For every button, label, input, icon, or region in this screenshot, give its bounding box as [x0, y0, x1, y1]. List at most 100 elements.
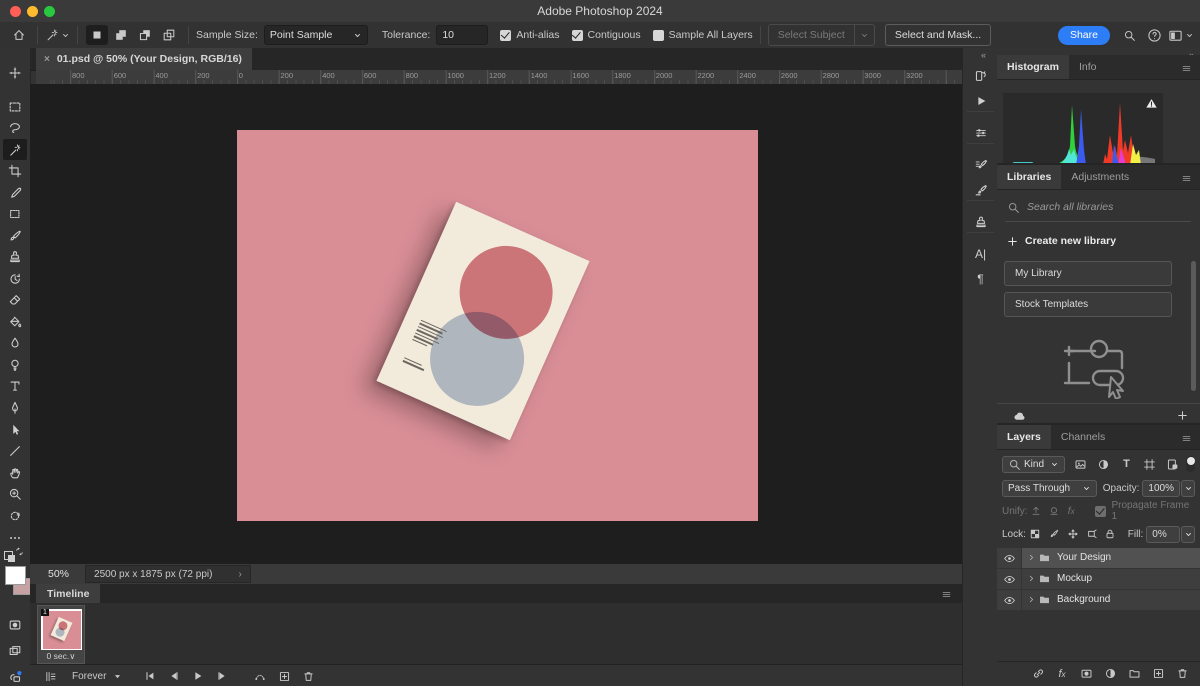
fill-dropdown-button[interactable] — [1181, 526, 1195, 543]
new-group-button[interactable] — [1122, 665, 1146, 683]
add-to-selection-button[interactable] — [110, 25, 132, 45]
expand-panels-chevron[interactable]: « — [981, 50, 986, 60]
layer-visibility-toggle[interactable] — [997, 548, 1022, 568]
filter-type-layers-button[interactable]: T — [1115, 455, 1138, 473]
filter-adjustment-layers-button[interactable] — [1092, 455, 1115, 473]
contiguous-checkbox[interactable]: Contiguous — [572, 29, 641, 41]
blur-tool-button[interactable] — [3, 332, 27, 353]
move-tool-button[interactable] — [3, 62, 27, 83]
tab-histogram[interactable]: Histogram — [997, 55, 1069, 79]
unify-position-button[interactable] — [1028, 502, 1045, 520]
new-layer-button[interactable] — [1146, 665, 1170, 683]
subtract-from-selection-button[interactable] — [134, 25, 156, 45]
sample-size-dropdown[interactable]: Point Sample — [264, 25, 368, 45]
magic-wand-tool-button[interactable] — [3, 139, 27, 160]
layer-row[interactable]: Mockup — [997, 569, 1200, 590]
sample-all-layers-checkbox[interactable]: Sample All Layers — [653, 29, 753, 41]
paragraph-panel-button[interactable]: ¶ — [968, 267, 993, 290]
loop-count-dropdown[interactable]: Forever — [72, 671, 122, 682]
patch-tool-button[interactable] — [3, 203, 27, 224]
libraries-scrollbar[interactable] — [1191, 261, 1196, 391]
library-item[interactable]: My Library — [1004, 261, 1172, 286]
crop-tool-button[interactable] — [3, 160, 27, 181]
filter-smart-objects-button[interactable] — [1161, 455, 1184, 473]
intersect-selection-button[interactable] — [158, 25, 180, 45]
actions-panel-button[interactable] — [968, 89, 993, 112]
properties-panel-button[interactable] — [968, 121, 993, 144]
expand-group-chevron-icon[interactable] — [1027, 595, 1036, 604]
create-new-library-button[interactable]: Create new library — [1007, 233, 1116, 249]
brushes-panel-button[interactable] — [968, 178, 993, 201]
layer-row[interactable]: Background — [997, 590, 1200, 611]
first-frame-button[interactable] — [138, 667, 162, 685]
zoom-level[interactable]: 50% — [48, 568, 69, 580]
brush-tool-button[interactable] — [3, 225, 27, 246]
horizontal-ruler[interactable]: 8006004002000200400600800100012001400160… — [50, 70, 962, 85]
next-frame-button[interactable] — [210, 667, 234, 685]
delete-frame-button[interactable] — [296, 667, 320, 685]
clone-stamp-tool-button[interactable] — [3, 246, 27, 267]
filter-shape-layers-button[interactable] — [1138, 455, 1161, 473]
line-tool-button[interactable] — [3, 440, 27, 461]
tab-channels[interactable]: Channels — [1051, 425, 1115, 449]
rotate-view-tool-button[interactable] — [3, 505, 27, 526]
character-panel-button[interactable]: A| — [968, 242, 993, 265]
tab-adjustments[interactable]: Adjustments — [1061, 165, 1139, 189]
panel-menu-icon[interactable] — [1181, 63, 1193, 74]
new-frame-button[interactable] — [272, 667, 296, 685]
add-element-button[interactable] — [1177, 410, 1188, 421]
frame-delay-dropdown[interactable]: 0 sec.∨ — [38, 651, 84, 662]
new-adjustment-layer-button[interactable] — [1098, 665, 1122, 683]
opacity-dropdown-button[interactable] — [1181, 480, 1195, 497]
antialias-checkbox[interactable]: Anti-alias — [500, 29, 559, 41]
hand-tool-button[interactable] — [3, 462, 27, 483]
propagate-frame-checkbox[interactable] — [1095, 506, 1106, 517]
tolerance-input[interactable]: 10 — [436, 25, 488, 45]
path-selection-tool-button[interactable] — [3, 419, 27, 440]
tab-layers[interactable]: Layers — [997, 425, 1051, 449]
select-subject-button[interactable]: Select Subject — [768, 24, 855, 46]
home-button[interactable] — [8, 25, 30, 45]
play-button[interactable] — [186, 667, 210, 685]
foreground-color-swatch[interactable] — [5, 566, 26, 585]
tab-libraries[interactable]: Libraries — [997, 165, 1061, 189]
document-tab[interactable]: × 01.psd @ 50% (Your Design, RGB/16) — [36, 48, 252, 70]
edit-in-apps-button[interactable] — [3, 666, 27, 686]
fill-field[interactable]: 0% — [1146, 526, 1180, 543]
warning-icon[interactable] — [1145, 97, 1158, 110]
pen-tool-button[interactable] — [3, 397, 27, 418]
current-tool-button[interactable] — [45, 25, 70, 45]
blend-mode-dropdown[interactable]: Pass Through — [1002, 480, 1097, 497]
history-panel-button[interactable] — [968, 64, 993, 87]
opacity-field[interactable]: 100% — [1142, 480, 1180, 497]
filter-toggle[interactable] — [1186, 456, 1196, 472]
quick-mask-button[interactable] — [3, 614, 27, 635]
select-and-mask-button[interactable]: Select and Mask... — [885, 24, 991, 46]
select-subject-options-button[interactable] — [855, 24, 875, 46]
history-brush-tool-button[interactable] — [3, 268, 27, 289]
help-button[interactable] — [1143, 25, 1165, 45]
rectangular-marquee-tool-button[interactable] — [3, 96, 27, 117]
lock-pixels-button[interactable] — [1045, 525, 1064, 543]
link-layers-button[interactable] — [1026, 665, 1050, 683]
eraser-tool-button[interactable] — [3, 289, 27, 310]
layer-row[interactable]: Your Design — [997, 548, 1200, 569]
timeline-frame[interactable]: 1 0 sec.∨ — [37, 605, 85, 664]
type-tool-button[interactable] — [3, 375, 27, 396]
unify-visibility-button[interactable] — [1045, 502, 1062, 520]
previous-frame-button[interactable] — [162, 667, 186, 685]
layer-style-button[interactable]: fx — [1050, 665, 1074, 683]
timeline-tab[interactable]: Timeline — [36, 584, 100, 603]
zoom-tool-button[interactable] — [3, 483, 27, 504]
expand-group-chevron-icon[interactable] — [1027, 553, 1036, 562]
tween-button[interactable] — [248, 667, 272, 685]
lock-position-button[interactable] — [1063, 525, 1082, 543]
new-selection-button[interactable] — [86, 25, 108, 45]
lock-transparency-button[interactable] — [1026, 525, 1045, 543]
lock-artboard-button[interactable] — [1082, 525, 1101, 543]
add-layer-mask-button[interactable] — [1074, 665, 1098, 683]
filter-pixel-layers-button[interactable] — [1069, 455, 1092, 473]
timeline-menu-icon[interactable] — [941, 589, 952, 603]
sync-cloud-icon[interactable] — [1013, 410, 1026, 423]
panel-menu-icon[interactable] — [1181, 433, 1193, 444]
